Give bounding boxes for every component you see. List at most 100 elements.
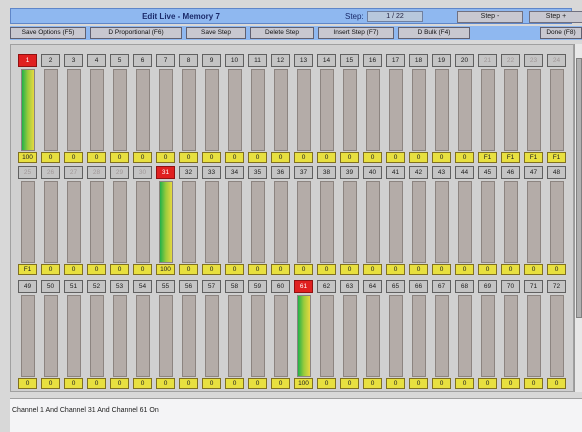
channel-number[interactable]: 69 <box>478 280 497 293</box>
channel-value[interactable]: 0 <box>409 264 428 275</box>
channel-value[interactable]: 0 <box>524 264 543 275</box>
channel-number[interactable]: 38 <box>317 166 336 179</box>
channel-fader[interactable] <box>366 69 380 151</box>
save-options-button[interactable]: Save Options (F5) <box>10 27 86 39</box>
channel-number[interactable]: 1 <box>18 54 37 67</box>
channel-value[interactable]: 0 <box>179 152 198 163</box>
done-button[interactable]: Done (F8) <box>540 27 582 39</box>
bulk-button[interactable]: D Bulk (F4) <box>398 27 470 39</box>
channel-number[interactable]: 46 <box>501 166 520 179</box>
channel-value[interactable]: 0 <box>386 264 405 275</box>
channel-fader[interactable] <box>458 69 472 151</box>
channel-value[interactable]: 0 <box>225 152 244 163</box>
channel-fader[interactable] <box>274 69 288 151</box>
channel-number[interactable]: 4 <box>87 54 106 67</box>
channel-fader[interactable] <box>389 181 403 263</box>
channel-value[interactable]: 0 <box>294 264 313 275</box>
channel-fader[interactable] <box>366 181 380 263</box>
channel-value[interactable]: 0 <box>225 378 244 389</box>
channel-value[interactable]: 0 <box>248 264 267 275</box>
channel-fader[interactable] <box>159 69 173 151</box>
channel-number[interactable]: 34 <box>225 166 244 179</box>
channel-fader[interactable] <box>251 295 265 377</box>
channel-fader[interactable] <box>113 295 127 377</box>
channel-value[interactable]: 0 <box>179 264 198 275</box>
channel-number[interactable]: 64 <box>363 280 382 293</box>
channel-number[interactable]: 2 <box>41 54 60 67</box>
channel-value[interactable]: 0 <box>386 152 405 163</box>
channel-fader[interactable] <box>297 181 311 263</box>
channel-value[interactable]: 0 <box>202 378 221 389</box>
channel-fader[interactable] <box>320 295 334 377</box>
channel-fader[interactable] <box>504 295 518 377</box>
channel-number[interactable]: 37 <box>294 166 313 179</box>
channel-fader[interactable] <box>44 295 58 377</box>
channel-fader[interactable] <box>159 181 173 263</box>
channel-number[interactable]: 33 <box>202 166 221 179</box>
channel-value[interactable]: 100 <box>156 264 175 275</box>
channel-fader[interactable] <box>182 181 196 263</box>
channel-fader[interactable] <box>90 295 104 377</box>
channel-fader[interactable] <box>550 69 564 151</box>
channel-value[interactable]: 0 <box>271 152 290 163</box>
channel-fader[interactable] <box>504 69 518 151</box>
channel-value[interactable]: 0 <box>64 152 83 163</box>
channel-fader[interactable] <box>435 295 449 377</box>
channel-fader[interactable] <box>481 181 495 263</box>
channel-number[interactable]: 29 <box>110 166 129 179</box>
channel-number[interactable]: 14 <box>317 54 336 67</box>
channel-value[interactable]: 0 <box>248 378 267 389</box>
channel-value[interactable]: 0 <box>110 378 129 389</box>
channel-number[interactable]: 70 <box>501 280 520 293</box>
channel-number[interactable]: 48 <box>547 166 566 179</box>
channel-value[interactable]: 0 <box>202 264 221 275</box>
channel-fader[interactable] <box>90 69 104 151</box>
channel-fader[interactable] <box>550 181 564 263</box>
delete-step-button[interactable]: Delete Step <box>250 27 314 39</box>
channel-number[interactable]: 13 <box>294 54 313 67</box>
channel-number[interactable]: 36 <box>271 166 290 179</box>
channel-value[interactable]: 0 <box>478 378 497 389</box>
channel-value[interactable]: 0 <box>317 378 336 389</box>
channel-value[interactable]: 0 <box>41 264 60 275</box>
channel-fader[interactable] <box>44 69 58 151</box>
channel-number[interactable]: 39 <box>340 166 359 179</box>
channel-fader[interactable] <box>228 295 242 377</box>
channel-fader[interactable] <box>343 181 357 263</box>
channel-fader[interactable] <box>412 181 426 263</box>
channel-fader[interactable] <box>228 69 242 151</box>
channel-value[interactable]: 0 <box>133 378 152 389</box>
channel-fader[interactable] <box>481 295 495 377</box>
channel-number[interactable]: 59 <box>248 280 267 293</box>
channel-fader[interactable] <box>113 181 127 263</box>
channel-value[interactable]: 0 <box>432 152 451 163</box>
channel-fader[interactable] <box>343 295 357 377</box>
channel-value[interactable]: 0 <box>87 152 106 163</box>
channel-number[interactable]: 72 <box>547 280 566 293</box>
channel-fader[interactable] <box>205 295 219 377</box>
channel-fader[interactable] <box>44 181 58 263</box>
channel-fader[interactable] <box>366 295 380 377</box>
channel-fader[interactable] <box>136 181 150 263</box>
channel-number[interactable]: 66 <box>409 280 428 293</box>
channel-fader[interactable] <box>435 69 449 151</box>
channel-fader[interactable] <box>182 69 196 151</box>
channel-number[interactable]: 52 <box>87 280 106 293</box>
channel-number[interactable]: 10 <box>225 54 244 67</box>
channel-number[interactable]: 51 <box>64 280 83 293</box>
channel-number[interactable]: 11 <box>248 54 267 67</box>
command-line[interactable]: Channel 1 And Channel 31 And Channel 61 … <box>10 398 582 432</box>
channel-fader[interactable] <box>320 181 334 263</box>
channel-value[interactable]: 0 <box>87 378 106 389</box>
channel-number[interactable]: 20 <box>455 54 474 67</box>
insert-step-button[interactable]: Insert Step (F7) <box>318 27 394 39</box>
channel-number[interactable]: 30 <box>133 166 152 179</box>
channel-fader[interactable] <box>251 181 265 263</box>
channel-fader[interactable] <box>21 295 35 377</box>
channel-value[interactable]: 0 <box>547 378 566 389</box>
scrollbar-thumb[interactable] <box>576 58 582 318</box>
channel-value[interactable]: F1 <box>547 152 566 163</box>
channel-fader[interactable] <box>67 295 81 377</box>
channel-fader[interactable] <box>435 181 449 263</box>
channel-value[interactable]: 0 <box>271 264 290 275</box>
